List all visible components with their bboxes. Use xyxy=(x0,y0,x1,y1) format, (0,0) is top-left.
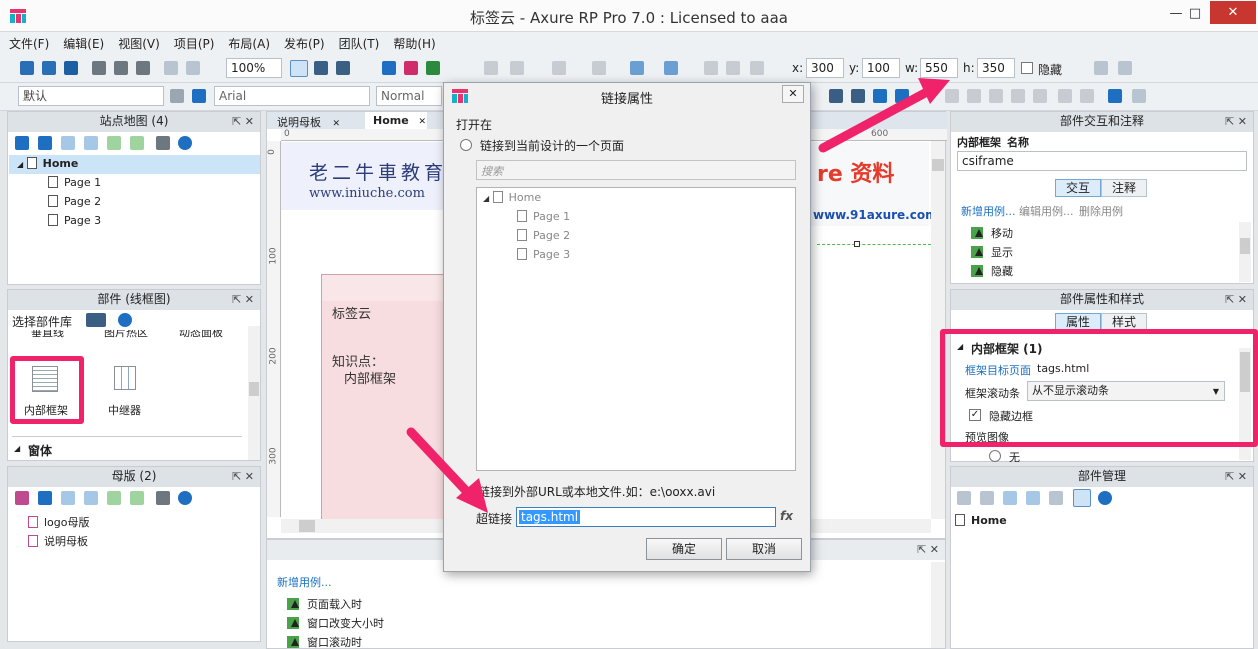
arrow-to-hyperlink xyxy=(406,427,488,513)
annotation-arrows xyxy=(406,78,950,513)
arrow-to-size-fields xyxy=(818,78,950,153)
